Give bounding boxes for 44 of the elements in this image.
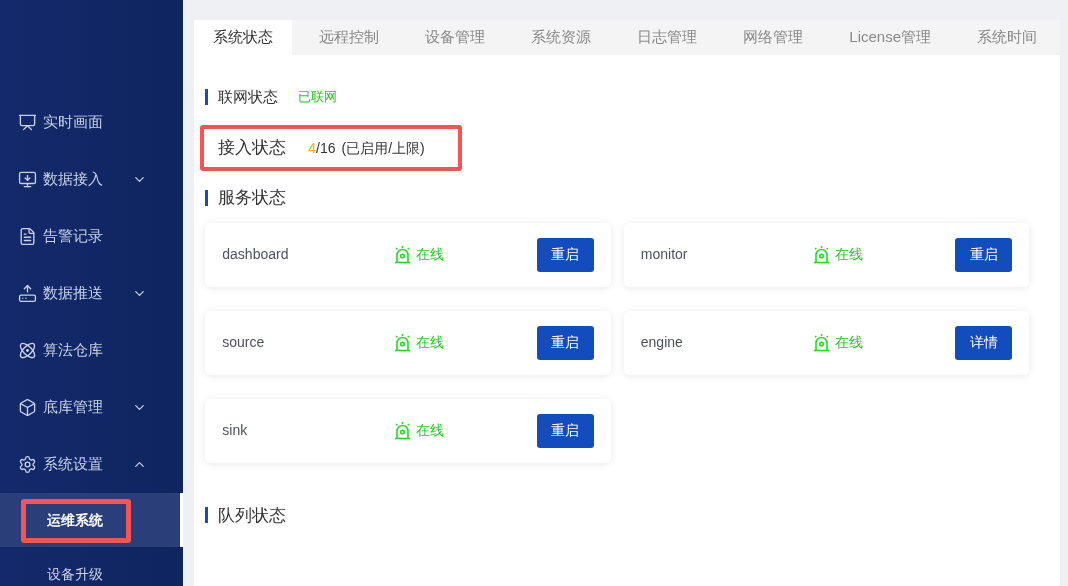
beacon-icon — [394, 245, 412, 264]
presentation-board-icon — [18, 113, 37, 132]
service-status: 在线 — [416, 333, 445, 352]
sidebar-item[interactable]: 算法仓库 — [0, 322, 184, 379]
service-action-button[interactable]: 详情 — [955, 325, 1013, 360]
service-status: 在线 — [834, 245, 863, 264]
service-name: sink — [222, 421, 249, 440]
service-status: 在线 — [834, 333, 863, 352]
submenu-item[interactable]: 运维系统 — [0, 493, 184, 547]
service-name: engine — [640, 333, 684, 352]
submenu-item[interactable]: 设备升级 — [0, 547, 184, 586]
sidebar-item[interactable]: 数据推送 — [0, 265, 184, 322]
section-title: 联网状态 — [218, 86, 279, 107]
section-title: 队列状态 — [218, 504, 287, 527]
sidebar-item[interactable]: 底库管理 — [0, 379, 184, 436]
service-action-button[interactable]: 重启 — [536, 413, 594, 448]
beacon-icon — [394, 421, 412, 440]
settings-icon — [18, 455, 37, 474]
atom-icon — [18, 341, 37, 360]
document-icon — [18, 227, 37, 246]
cube-icon — [18, 398, 37, 417]
service-status: 在线 — [416, 245, 445, 264]
section-title: 服务状态 — [218, 187, 287, 209]
service-action-button[interactable]: 重启 — [955, 237, 1013, 272]
monitor-download-icon — [18, 170, 37, 189]
service-action-button[interactable]: 重启 — [536, 325, 594, 360]
service-status: 在线 — [416, 421, 445, 440]
sidebar-item[interactable]: 系统设置 — [0, 436, 184, 493]
service-action-button[interactable]: 重启 — [536, 237, 594, 272]
beacon-icon — [812, 245, 830, 264]
service-name: source — [222, 333, 266, 352]
access-count: 4/16 — [308, 138, 336, 158]
section-title: 接入状态 — [218, 137, 287, 160]
service-name: monitor — [640, 245, 689, 264]
tab[interactable]: 系统状态 — [194, 20, 293, 55]
beacon-icon — [812, 333, 830, 352]
upload-tray-icon — [18, 284, 37, 303]
service-name: dashboard — [222, 245, 290, 264]
sidebar-item[interactable]: 数据接入 — [0, 151, 184, 208]
access-note: (已启用/上限) — [341, 138, 425, 158]
network-status: 已联网 — [298, 88, 338, 107]
beacon-icon — [394, 333, 412, 352]
sidebar-item[interactable]: 实时画面 — [0, 94, 184, 151]
sidebar-item[interactable]: 告警记录 — [0, 208, 184, 265]
